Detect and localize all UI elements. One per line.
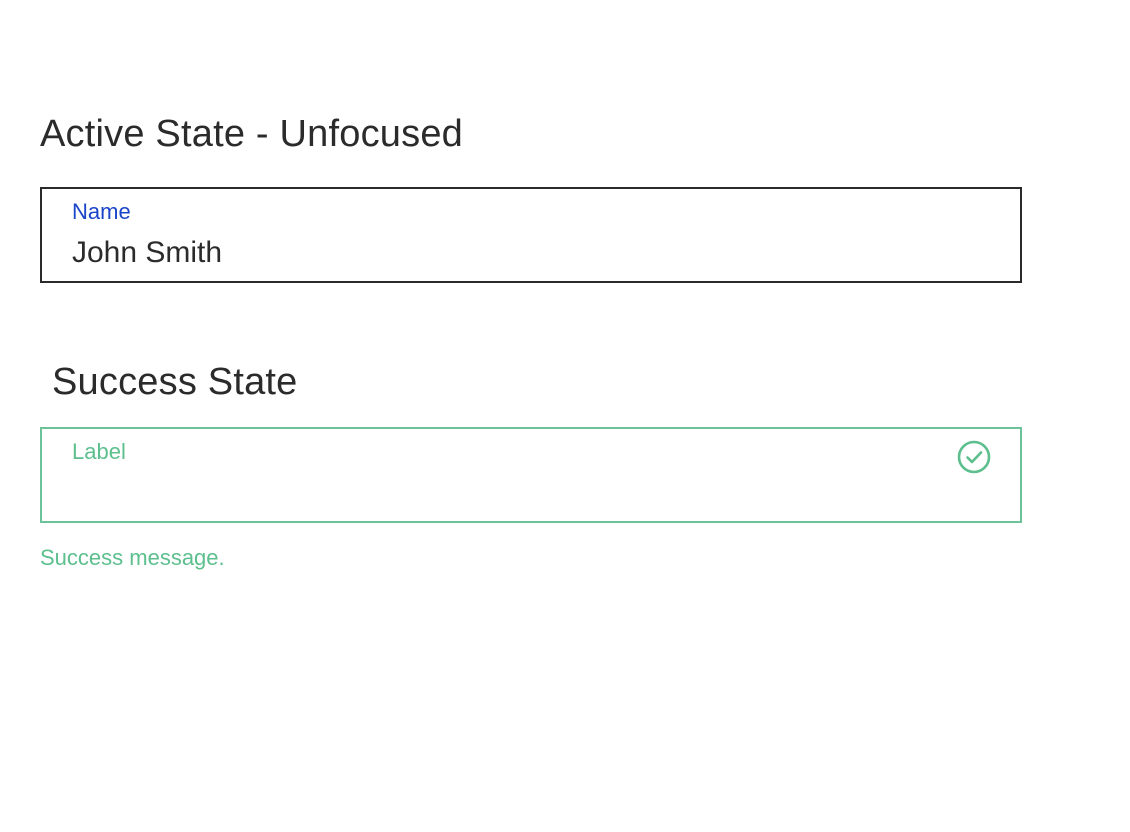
name-text-field[interactable]: Name: [40, 187, 1022, 283]
section-title-active-unfocused: Active State - Unfocused: [40, 113, 464, 155]
page: Active State - Unfocused Name Success St…: [0, 0, 1130, 832]
name-field-label: Name: [72, 199, 131, 224]
success-input[interactable]: [72, 475, 952, 511]
success-helper-text: Success message.: [40, 545, 225, 570]
section-title-success: Success State: [52, 361, 298, 403]
check-circle-icon: [957, 440, 991, 474]
name-input[interactable]: [72, 235, 952, 271]
success-text-field[interactable]: Label: [40, 427, 1022, 523]
success-field-label: Label: [72, 439, 126, 464]
